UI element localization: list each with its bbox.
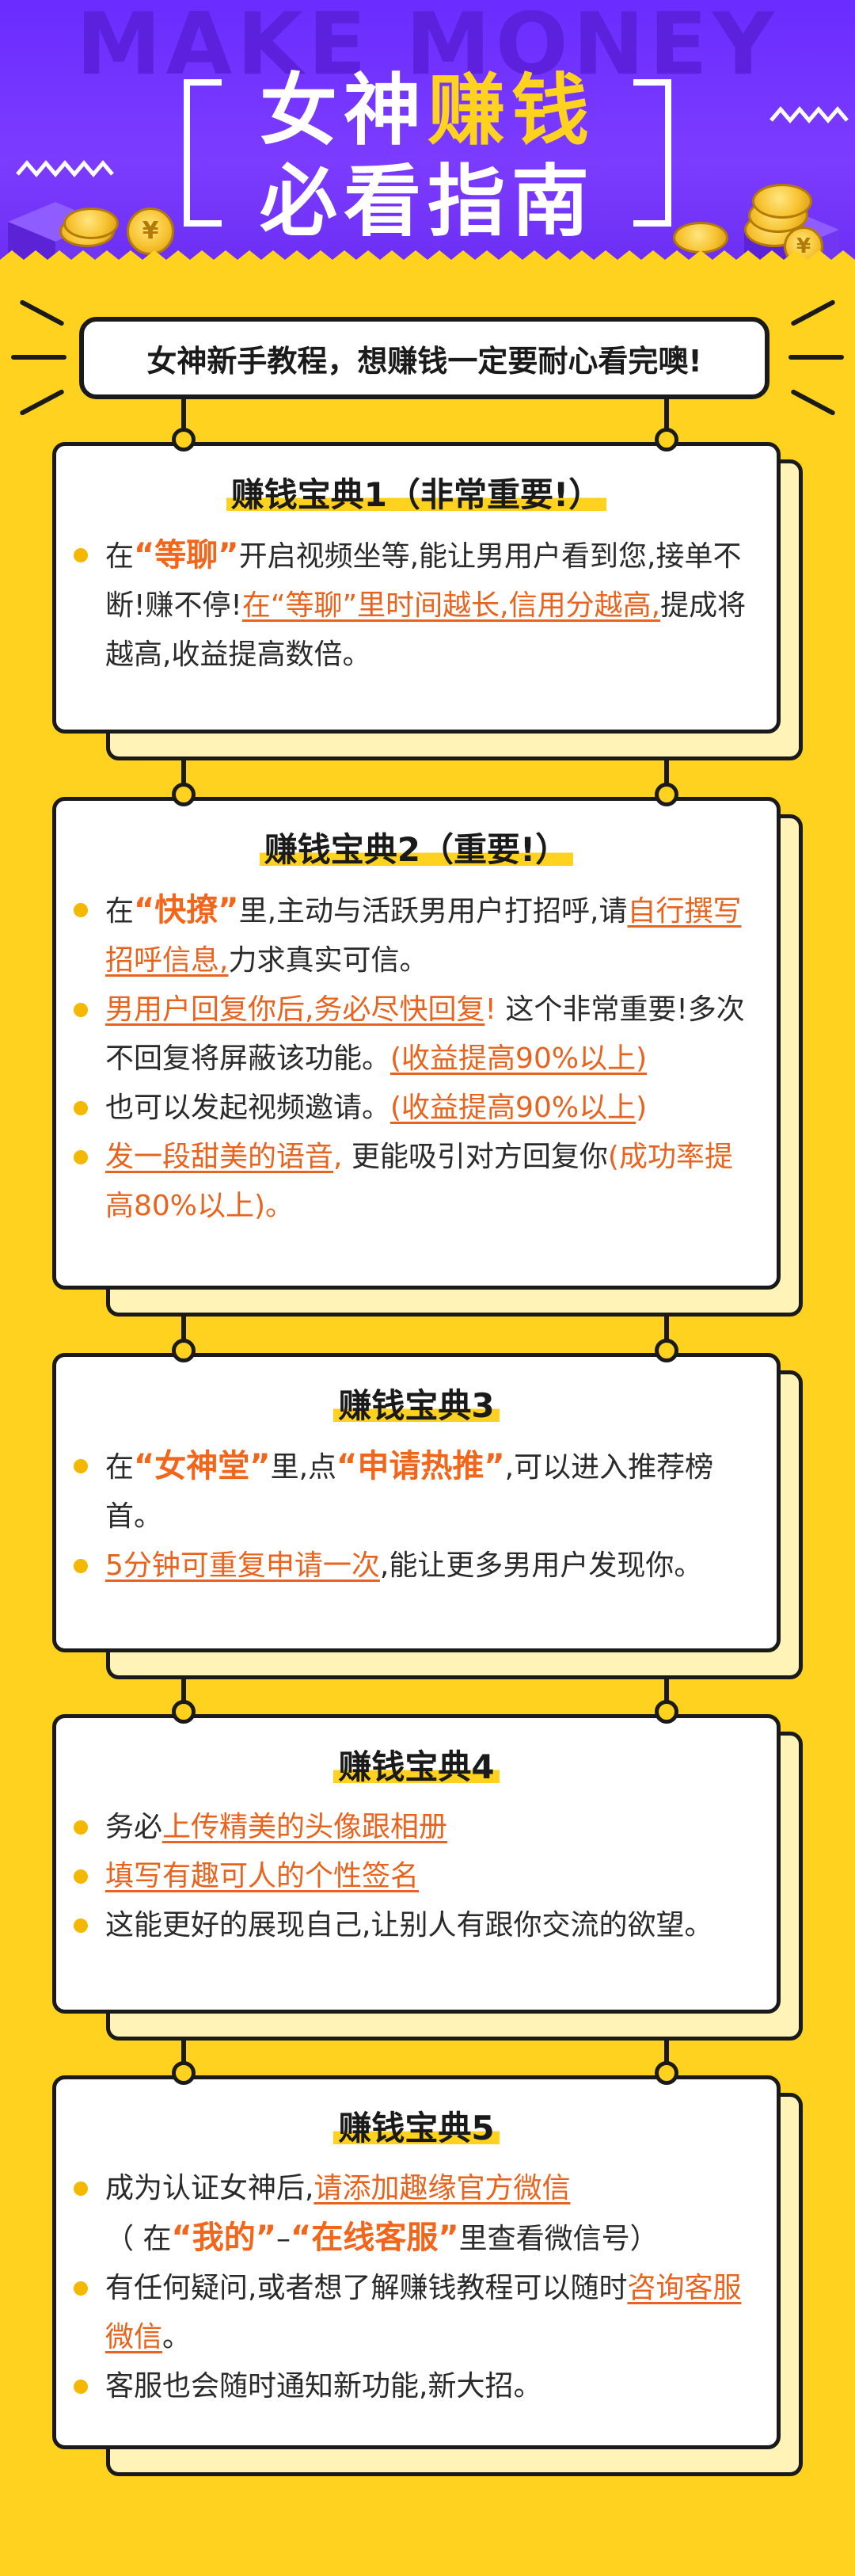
highlight-link[interactable]: 发一段甜美的语音 — [105, 1141, 333, 1173]
card-title: 赚钱宝典2（重要!） — [77, 823, 756, 871]
highlight-link[interactable]: 在“等聊”里时间越长,信用分越高, — [242, 589, 660, 622]
list-item: 有任何疑问,或者想了解赚钱教程可以随时咨询客服微信。 — [74, 2264, 756, 2362]
ray-decoration — [790, 388, 836, 417]
coin-icon — [752, 184, 812, 219]
hero-banner: MAKE MONEY 女神赚钱 必看指南 ¥ ¥ — [0, 0, 855, 269]
ray-decoration — [19, 388, 65, 417]
coin-icon — [63, 208, 119, 239]
tip-card-5: 赚钱宝典5 成为认证女神后,请添加趣缘官方微信 （ 在“我的”–“在线客服”里查… — [52, 2075, 781, 2449]
list-item: 在“等聊”开启视频坐等,能让男用户看到您,接单不断!赚不停!在“等聊”里时间越长… — [74, 531, 756, 680]
highlight-link[interactable]: 男用户回复你后,务必尽快回复 — [105, 993, 484, 1026]
list-item: 务必上传精美的头像跟相册 — [74, 1803, 756, 1852]
highlight-link[interactable]: 填写有趣可人的个性签名 — [105, 1860, 419, 1892]
card-title: 赚钱宝典1（非常重要!） — [77, 468, 756, 516]
tip-card-1: 赚钱宝典1（非常重要!） 在“等聊”开启视频坐等,能让男用户看到您,接单不断!赚… — [52, 442, 781, 734]
list-item: 在“快撩”里,主动与活跃男用户打招呼,请自行撰写招呼信息,力求真实可信。 — [74, 886, 756, 985]
pin-icon — [172, 428, 196, 452]
list-item: 发一段甜美的语音, 更能吸引对方回复你(成功率提高80%以上)。 — [74, 1133, 756, 1231]
pin-icon — [172, 2061, 196, 2085]
highlight-link[interactable]: (收益提高90%以上) — [390, 1042, 647, 1075]
list-item: 在“女神堂”里,点“申请热推”,可以进入推荐榜首。 — [74, 1442, 756, 1541]
pin-icon — [172, 1700, 196, 1724]
pin-icon — [172, 783, 196, 806]
card-title: 赚钱宝典3 — [77, 1379, 756, 1427]
list-item: 这能更好的展现自己,让别人有跟你交流的欲望。 — [74, 1901, 756, 1950]
ray-decoration — [788, 355, 844, 360]
tagline-banner: 女神新手教程，想赚钱一定要耐心看完噢! — [79, 317, 770, 399]
pin-icon — [655, 1700, 678, 1724]
pin-icon — [655, 1339, 678, 1362]
list-item: 也可以发起视频邀请。(收益提高90%以上) — [74, 1084, 756, 1133]
list-item: 成为认证女神后,请添加趣缘官方微信 — [74, 2164, 756, 2213]
card-title: 赚钱宝典5 — [77, 2102, 756, 2150]
pin-icon — [655, 783, 678, 806]
ray-decoration — [19, 299, 65, 327]
pin-icon — [655, 2061, 678, 2085]
list-item: 客服也会随时通知新功能,新大招。 — [74, 2362, 756, 2411]
card-title: 赚钱宝典4 — [77, 1740, 756, 1789]
tip-card-4: 赚钱宝典4 务必上传精美的头像跟相册 填写有趣可人的个性签名 这能更好的展现自己… — [52, 1714, 781, 2014]
list-item: 5分钟可重复申请一次,能让更多男用户发现你。 — [74, 1541, 756, 1591]
pin-icon — [172, 1339, 196, 1362]
highlight-link[interactable]: 上传精美的头像跟相册 — [162, 1811, 447, 1843]
list-item: 男用户回复你后,务必尽快回复! 这个非常重要!多次不回复将屏蔽该功能。(收益提高… — [74, 985, 756, 1084]
list-item: 填写有趣可人的个性签名 — [74, 1852, 756, 1901]
list-item: （ 在“我的”–“在线客服”里查看微信号） — [105, 2220, 659, 2256]
highlight-link[interactable]: 5分钟可重复申请一次 — [105, 1549, 380, 1582]
highlight-link[interactable]: (收益提高90%以上 — [390, 1092, 636, 1124]
zigzag-edge — [0, 250, 855, 269]
ray-decoration — [11, 355, 66, 360]
ray-decoration — [790, 299, 836, 327]
highlight-link[interactable]: 请添加趣缘官方微信 — [314, 2172, 570, 2204]
pin-icon — [655, 428, 678, 452]
tip-card-2: 赚钱宝典2（重要!） 在“快撩”里,主动与活跃男用户打招呼,请自行撰写招呼信息,… — [52, 797, 781, 1290]
tip-card-3: 赚钱宝典3 在“女神堂”里,点“申请热推”,可以进入推荐榜首。 5分钟可重复申请… — [52, 1353, 781, 1652]
